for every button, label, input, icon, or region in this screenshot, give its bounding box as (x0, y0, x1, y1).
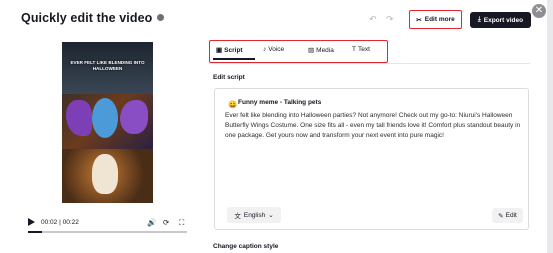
download-icon: ⤓ (477, 16, 481, 23)
translate-icon: 文 (234, 213, 241, 220)
voice-icon: ♪ (263, 46, 267, 53)
tab-media-label: Media (316, 46, 334, 54)
tab-script[interactable]: ▣ Script (216, 46, 243, 55)
pet-figure (92, 154, 118, 194)
butterfly-wing-shape (120, 100, 148, 134)
edit-more-button[interactable]: ✂ Edit more (409, 10, 462, 29)
grinning-face-icon: 😀 (228, 100, 238, 109)
edit-more-label: Edit more (424, 16, 455, 23)
text-icon: T (352, 46, 356, 53)
info-icon[interactable] (157, 14, 165, 21)
butterfly-wing-shape (92, 98, 118, 138)
volume-icon[interactable]: 🔊 (147, 218, 156, 227)
close-icon[interactable]: ✕ (532, 4, 546, 18)
tab-voice-label: Voice (268, 46, 285, 53)
redo-icon[interactable]: ↷ (386, 14, 394, 25)
duration: 00:22 (62, 219, 79, 226)
time-display: 00:02 | 00:22 (41, 219, 79, 226)
chevron-down-icon: ⌄ (268, 212, 274, 219)
undo-icon[interactable]: ↶ (369, 14, 377, 25)
language-select[interactable]: 文 English ⌄ (227, 207, 281, 223)
tab-media[interactable]: ▨ Media (308, 46, 334, 55)
page-title: Quickly edit the video (21, 11, 165, 25)
tab-text[interactable]: T Text (352, 46, 370, 53)
script-panel: 😀 Funny meme - Talking pets Ever felt li… (214, 88, 529, 230)
section-title: Edit script (213, 74, 245, 81)
progress-fill (28, 231, 43, 233)
video-player-controls: 00:02 | 00:22 🔊 ⟳ ⛶ (21, 213, 196, 235)
video-preview[interactable]: EVER FELT LIKE BLENDING INTO HALLOWEEN (62, 42, 153, 203)
tab-voice[interactable]: ♪ Voice (263, 46, 284, 53)
script-text[interactable]: Ever felt like blending into Halloween p… (225, 111, 523, 141)
video-caption: EVER FELT LIKE BLENDING INTO HALLOWEEN (70, 60, 145, 71)
media-icon: ▨ (308, 47, 315, 54)
script-icon: ▣ (216, 47, 223, 54)
edit-script-button[interactable]: ✎ Edit (492, 208, 523, 223)
play-icon[interactable] (28, 218, 35, 226)
fullscreen-icon[interactable]: ⛶ (179, 218, 184, 228)
current-time: 00:02 (41, 219, 58, 226)
language-value: English (243, 211, 266, 219)
tab-script-label: Script (224, 46, 243, 54)
editor-tabs: ▣ Script ♪ Voice ▨ Media T Text (209, 40, 388, 63)
export-label: Export video (483, 16, 524, 24)
tab-text-label: Text (357, 46, 370, 53)
loop-icon[interactable]: ⟳ (163, 218, 169, 227)
page-title-text: Quickly edit the video (21, 11, 153, 25)
script-title: Funny meme - Talking pets (238, 99, 322, 106)
progress-bar[interactable] (28, 231, 187, 233)
scrollbar-track[interactable] (547, 0, 553, 253)
scissors-icon: ✂ (416, 16, 422, 24)
caption-style-heading: Change caption style (213, 243, 279, 250)
export-video-button[interactable]: ⤓ Export video (470, 12, 531, 28)
pencil-icon: ✎ (498, 212, 504, 220)
active-tab-indicator (213, 58, 255, 60)
edit-label: Edit (505, 212, 517, 219)
divider (209, 63, 530, 64)
